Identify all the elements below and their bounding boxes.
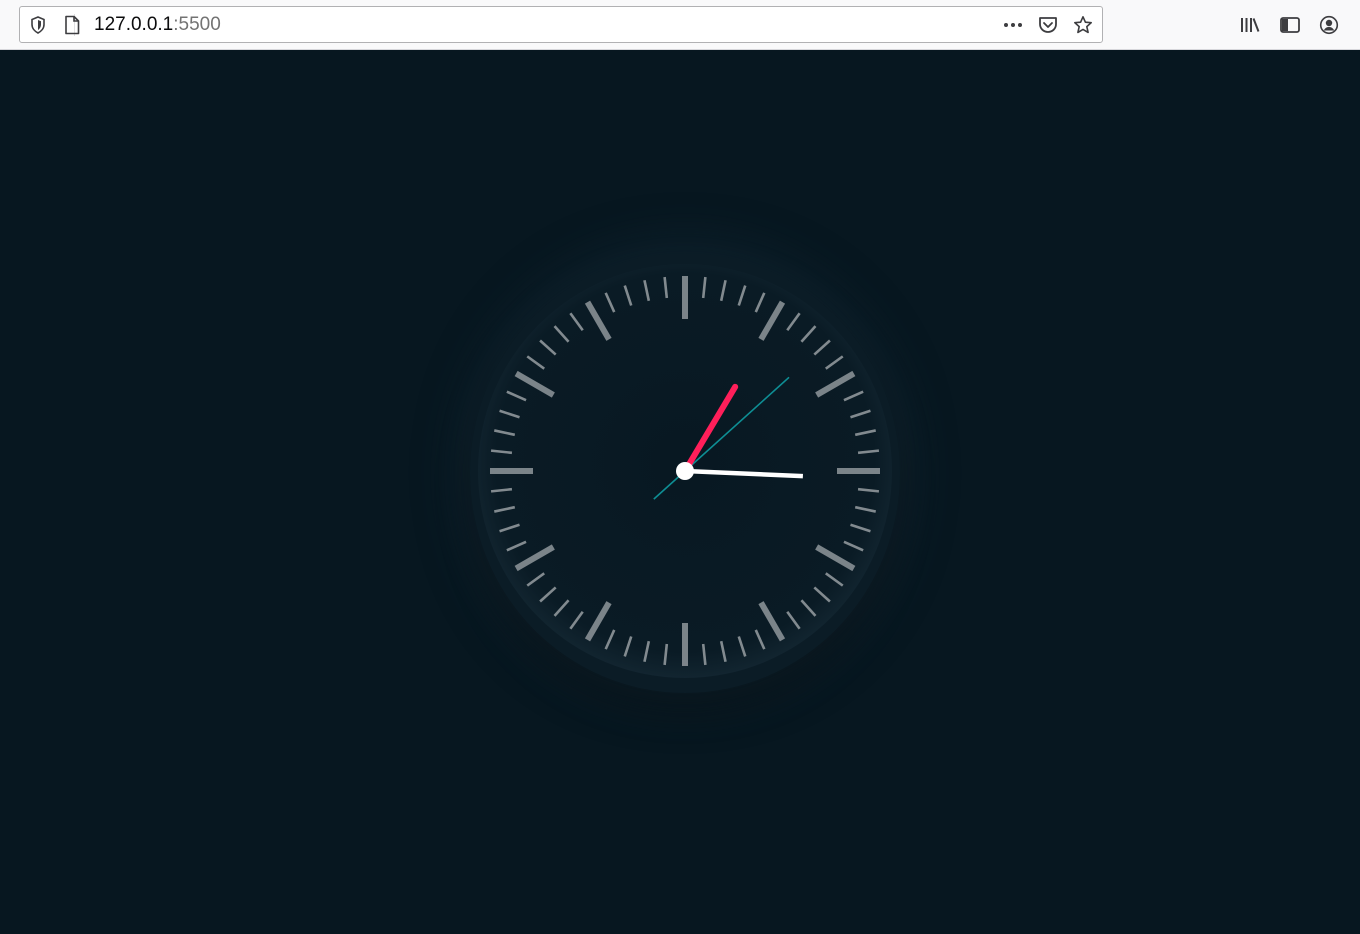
star-icon[interactable] xyxy=(1073,15,1093,35)
page-icon[interactable] xyxy=(62,15,82,35)
sidebar-icon[interactable] xyxy=(1279,14,1301,36)
center-cap xyxy=(676,462,694,480)
more-dots-icon[interactable] xyxy=(1003,15,1023,35)
browser-toolbar: 127.0.0.1:5500 xyxy=(0,0,1360,50)
analog-clock xyxy=(478,264,892,678)
url-text[interactable]: 127.0.0.1:5500 xyxy=(94,14,221,36)
library-icon[interactable] xyxy=(1239,14,1261,36)
account-icon[interactable] xyxy=(1318,14,1340,36)
url-host: 127.0.0.1 xyxy=(94,14,174,35)
pocket-icon[interactable] xyxy=(1038,15,1058,35)
url-port: :5500 xyxy=(173,14,221,35)
url-bar[interactable]: 127.0.0.1:5500 xyxy=(19,6,1103,43)
shield-icon[interactable] xyxy=(28,15,48,35)
